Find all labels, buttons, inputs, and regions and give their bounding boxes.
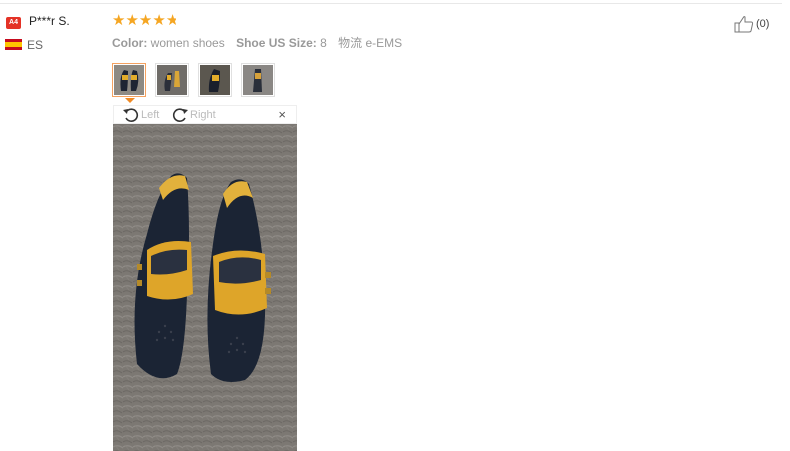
attr-label: 物流 xyxy=(338,36,363,50)
review-photo xyxy=(113,124,297,451)
shoe-photo-thumbnail-image xyxy=(157,65,187,95)
rotate-right-button[interactable]: Right xyxy=(171,106,216,124)
rotate-right-label: Right xyxy=(190,109,216,121)
photo-viewer: Left Right × xyxy=(113,105,297,451)
thumbs-up-icon xyxy=(734,16,754,33)
review-photo-thumbnails xyxy=(112,63,275,97)
shoe-photo-thumbnail-image xyxy=(243,65,273,95)
rotate-left-icon xyxy=(123,108,139,122)
star-icon: ★ xyxy=(138,12,153,29)
helpful-count: (0) xyxy=(756,18,770,30)
star-rating: ★ ★ ★ ★ ★ xyxy=(112,12,179,30)
attr-value: 8 xyxy=(320,36,327,50)
shoe-photo-thumbnail-image xyxy=(200,65,230,95)
star-icon: ★ xyxy=(152,12,166,29)
star-icon: ★ xyxy=(125,12,139,29)
photo-thumbnail[interactable] xyxy=(112,63,146,97)
helpful-button[interactable]: (0) xyxy=(734,15,769,33)
photo-thumbnail[interactable] xyxy=(155,63,189,97)
reviewer-name: P***r S. xyxy=(29,14,70,28)
attr-label: Shoe US Size: xyxy=(236,36,317,50)
attr-label: Color: xyxy=(112,36,148,50)
half-star-icon: ★ xyxy=(165,12,180,29)
rotate-left-button[interactable]: Left xyxy=(122,106,159,124)
photo-thumbnail[interactable] xyxy=(198,63,232,97)
reviewer-country: ES xyxy=(27,38,44,52)
star-icon: ★ xyxy=(112,12,126,29)
order-attributes: Color: women shoes Shoe US Size: 8 物流 e-… xyxy=(112,34,410,51)
attr-value: women shoes xyxy=(150,36,225,50)
spain-flag-icon xyxy=(5,39,22,50)
close-icon[interactable]: × xyxy=(278,108,286,122)
divider xyxy=(0,3,782,4)
rotate-left-label: Left xyxy=(141,109,160,121)
rotate-right-icon xyxy=(172,108,188,122)
level-badge: A4 xyxy=(6,17,21,29)
active-thumbnail-indicator xyxy=(125,98,135,103)
shoe-photo-thumbnail-image xyxy=(114,65,144,95)
viewer-toolbar: Left Right × xyxy=(113,105,297,124)
attr-value: e-EMS xyxy=(365,36,403,50)
photo-thumbnail[interactable] xyxy=(241,63,275,97)
